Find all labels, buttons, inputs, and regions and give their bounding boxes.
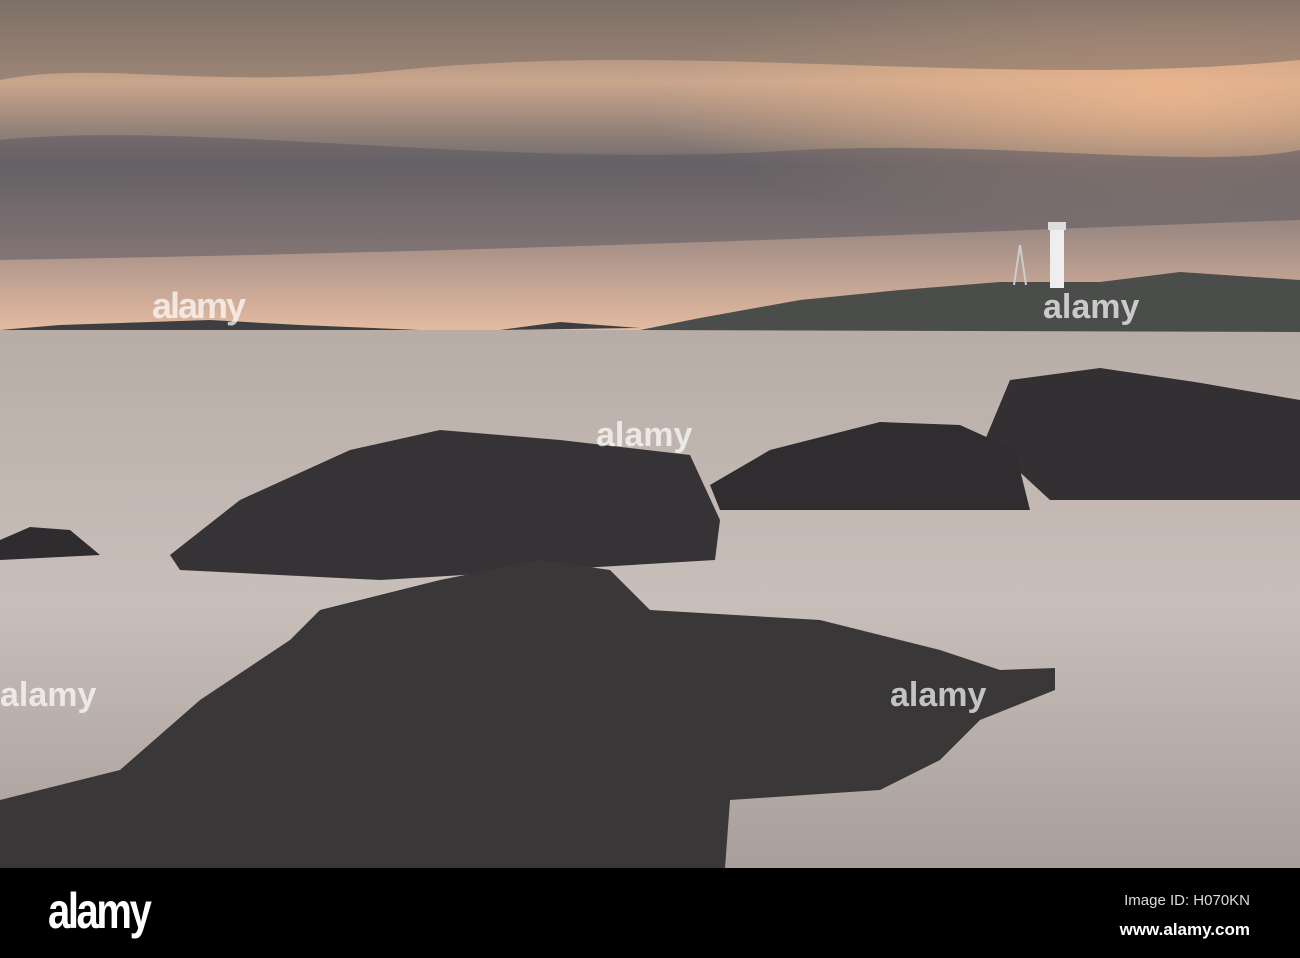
watermark: alamy (596, 416, 692, 454)
watermark: alamy (152, 285, 246, 326)
website-link[interactable]: www.alamy.com (1120, 920, 1250, 940)
watermark: alamy (0, 676, 96, 714)
alamy-logo[interactable]: alamy (48, 882, 152, 940)
footer-bar: alamy Image ID: H070KN www.alamy.com (0, 868, 1300, 958)
watermark: alamy (1043, 288, 1139, 326)
lighthouse (1050, 228, 1064, 288)
stock-photo-page: alamy alamy alamy alamy alamy alamy Imag… (0, 0, 1300, 958)
watermark: alamy (890, 676, 986, 714)
image-id: Image ID: H070KN (1124, 892, 1250, 909)
seascape-photo: alamy alamy alamy alamy alamy (0, 0, 1300, 868)
